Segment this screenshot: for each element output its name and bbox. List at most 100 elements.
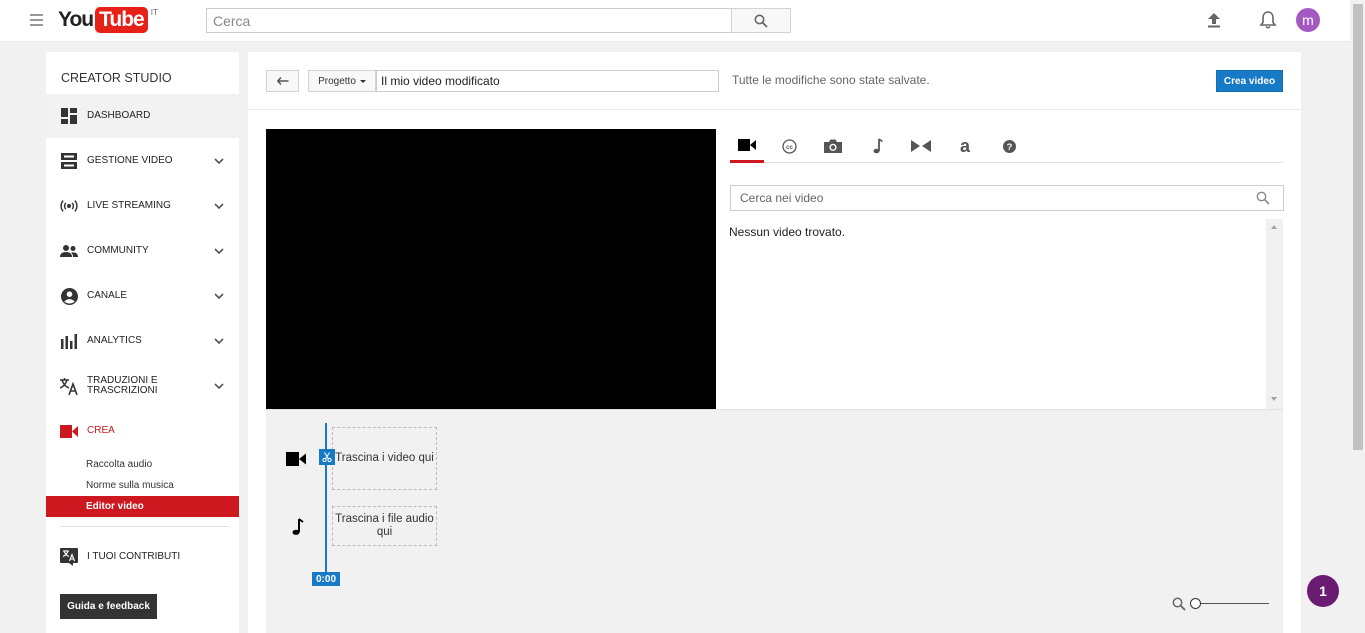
zoom-icon [1172, 597, 1186, 611]
playhead[interactable] [325, 423, 327, 575]
sidebar-title: CREATOR STUDIO [61, 71, 172, 85]
chevron-down-icon[interactable] [214, 158, 224, 164]
svg-text:?: ? [1006, 142, 1012, 153]
sidebar-item-video-manager[interactable]: GESTIONE VIDEO [46, 139, 239, 183]
svg-text:a: a [960, 139, 971, 154]
masthead: You Tube IT m [0, 0, 1365, 42]
page-scrollbar[interactable] [1350, 0, 1365, 633]
timeline: Trascina i video qui Trascina i file aud… [266, 409, 1283, 633]
closed-captions-icon: cc [781, 138, 797, 154]
sidebar-item-dashboard[interactable]: DASHBOARD [46, 94, 239, 138]
search-button[interactable] [731, 8, 791, 33]
sidebar-item-analytics[interactable]: ANALYTICS [46, 319, 239, 363]
sidebar-item-label: COMMUNITY [87, 245, 149, 256]
sidebar-item-label: DASHBOARD [87, 110, 151, 121]
search-input[interactable] [206, 8, 732, 33]
video-editor-panel: Progetto Tutte le modifiche sono state s… [248, 52, 1301, 633]
chevron-down-icon[interactable] [214, 383, 224, 389]
sidebar-item-create[interactable]: CREA [46, 409, 239, 453]
tab-audio[interactable] [860, 129, 894, 163]
video-preview[interactable] [266, 129, 716, 409]
video-search-input[interactable] [730, 185, 1284, 211]
tab-captions[interactable]: cc [772, 129, 806, 163]
scissors-icon [322, 452, 332, 462]
help-feedback-button[interactable]: Guida e feedback [60, 594, 157, 619]
back-arrow-icon [276, 77, 288, 85]
tab-help[interactable]: ? [992, 129, 1026, 163]
dashboard-icon [60, 107, 78, 125]
tab-text[interactable]: a [948, 129, 982, 163]
sidebar-item-contributions[interactable]: I TUOI CONTRIBUTI [46, 535, 239, 579]
tab-videos[interactable] [730, 129, 764, 163]
sidebar-item-label: ANALYTICS [87, 335, 142, 346]
video-manager-icon [60, 152, 78, 170]
editor-toolbar: Progetto Tutte le modifiche sono state s… [248, 52, 1301, 110]
sidebar-item-label: LIVE STREAMING [87, 200, 171, 211]
notifications-bell-icon[interactable] [1259, 10, 1277, 30]
split-handle[interactable] [319, 449, 335, 465]
chevron-down-icon[interactable] [214, 338, 224, 344]
scroll-up-arrow-icon[interactable] [1271, 225, 1277, 229]
sidebar-item-label: CANALE [87, 290, 128, 301]
account-avatar[interactable]: m [1296, 8, 1320, 32]
scroll-down-arrow-icon[interactable] [1271, 397, 1277, 401]
music-note-icon [292, 518, 304, 535]
upload-icon[interactable] [1205, 11, 1223, 29]
sidebar-item-label: TRADUZIONI E TRASCRIZIONI [87, 375, 158, 396]
create-video-button[interactable]: Crea video [1216, 70, 1283, 92]
chevron-down-icon[interactable] [214, 203, 224, 209]
sidebar-divider [60, 526, 229, 527]
save-status: Tutte le modifiche sono state salvate. [732, 73, 930, 87]
audio-drop-zone[interactable]: Trascina i file audio qui [332, 506, 437, 546]
sidebar-item-live-streaming[interactable]: LIVE STREAMING [46, 184, 239, 228]
caret-down-icon [359, 79, 366, 83]
sidebar-subitem-music-policies[interactable]: Norme sulla musica [46, 475, 239, 496]
sidebar-item-translations[interactable]: TRADUZIONI E TRASCRIZIONI [46, 364, 239, 408]
community-icon [60, 242, 78, 260]
music-note-icon [873, 138, 883, 154]
analytics-icon [60, 332, 78, 350]
sidebar-item-label: CREA [87, 425, 115, 436]
scrollbar-thumb[interactable] [1353, 4, 1363, 450]
back-button[interactable] [266, 70, 299, 92]
sidebar-subitem-audio-library[interactable]: Raccolta audio [46, 454, 239, 475]
sidebar-item-label: I TUOI CONTRIBUTI [87, 551, 181, 562]
sidebar-item-channel[interactable]: CANALE [46, 274, 239, 318]
photo-camera-icon [824, 139, 842, 153]
chevron-down-icon[interactable] [214, 248, 224, 254]
tab-photos[interactable] [816, 129, 850, 163]
project-title-input[interactable] [376, 70, 719, 92]
text-icon: a [960, 139, 971, 154]
search-icon [754, 14, 768, 28]
sidebar-subitem-video-editor[interactable]: Editor video [46, 496, 239, 517]
search-icon[interactable] [1256, 191, 1270, 205]
sidebar-item-community[interactable]: COMMUNITY [46, 229, 239, 273]
project-dropdown[interactable]: Progetto [308, 70, 376, 92]
zoom-slider-track[interactable] [1194, 603, 1269, 604]
region-label: IT [150, 8, 158, 17]
video-camera-icon [286, 452, 306, 466]
svg-text:cc: cc [786, 145, 793, 151]
translate-icon [60, 548, 78, 566]
playhead-time: 0:00 [312, 572, 340, 586]
no-results-message: Nessun video trovato. [729, 225, 846, 239]
sidebar-item-label: GESTIONE VIDEO [87, 155, 173, 166]
results-scrollbar[interactable] [1266, 219, 1283, 409]
zoom-slider-handle[interactable] [1190, 598, 1201, 609]
video-camera-icon [738, 138, 756, 151]
create-video-icon [60, 422, 78, 440]
transitions-icon [911, 140, 931, 152]
translate-icon [60, 377, 78, 395]
tab-transitions[interactable] [904, 129, 938, 163]
help-icon: ? [1002, 139, 1016, 153]
live-streaming-icon [60, 197, 78, 215]
youtube-logo[interactable]: You Tube IT [58, 7, 158, 35]
video-drop-zone[interactable]: Trascina i video qui [332, 427, 437, 490]
chevron-down-icon[interactable] [214, 293, 224, 299]
creator-studio-sidebar: CREATOR STUDIO DASHBOARD GESTIONE VIDEO … [46, 52, 239, 633]
guide-menu-icon[interactable] [30, 14, 43, 26]
channel-icon [60, 287, 78, 305]
media-tabs: cc a ? [730, 129, 1283, 163]
notification-count-badge[interactable]: 1 [1307, 575, 1339, 607]
project-dropdown-label: Progetto [318, 75, 356, 87]
